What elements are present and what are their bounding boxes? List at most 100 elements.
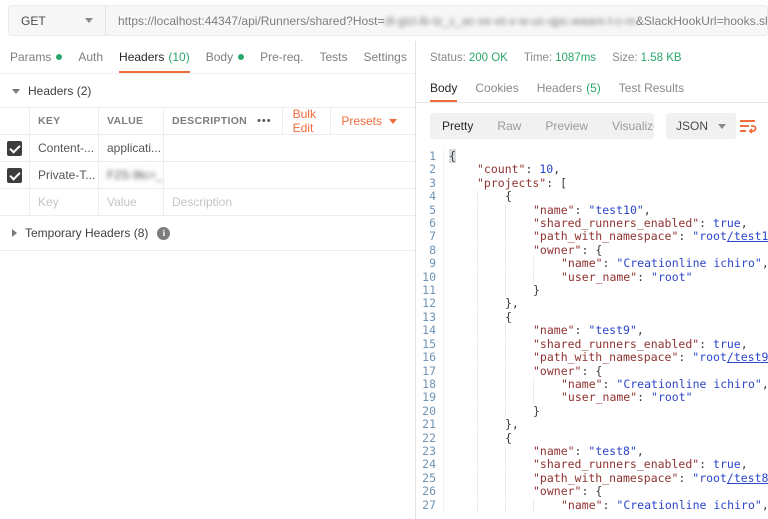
- code-token: "name": [561, 376, 603, 391]
- json-link[interactable]: /test10: [727, 229, 768, 243]
- view-preview[interactable]: Preview: [533, 113, 600, 139]
- line-number: 5: [429, 202, 436, 217]
- description-cell[interactable]: Description: [164, 189, 415, 215]
- response-body-viewer[interactable]: 1{2 "count": 10, 3 "projects": [4{5 "name": …: [416, 147, 768, 519]
- value-cell[interactable]: applicati...: [99, 135, 164, 161]
- bulk-edit-button[interactable]: Bulk Edit: [281, 108, 331, 134]
- header-cell-check: [0, 108, 30, 134]
- code-token: :: [678, 350, 693, 365]
- indent-guide: [449, 163, 477, 176]
- indent-guide: [449, 338, 477, 351]
- code-line: 26 "owner": {: [416, 484, 768, 499]
- code-token: "user_name": [561, 390, 638, 405]
- code-token: "name": [533, 443, 575, 458]
- checkbox-checked[interactable]: [7, 140, 22, 156]
- code-token: "name": [533, 323, 575, 338]
- code-token: :: [574, 443, 589, 458]
- request-url-bar: GET https://localhost:44347/api/Runners/…: [8, 5, 768, 36]
- view-visualize[interactable]: Visualize BETA: [600, 113, 654, 139]
- tab-label: Headers: [119, 50, 165, 64]
- tab-tests[interactable]: Tests: [319, 41, 347, 73]
- code-token: "root: [692, 229, 727, 244]
- json-link[interactable]: /test8: [727, 471, 768, 485]
- key-cell[interactable]: Key: [30, 189, 99, 215]
- code-token: ,: [762, 498, 768, 512]
- indent-guide: [449, 485, 477, 498]
- view-pretty[interactable]: Pretty: [430, 113, 485, 139]
- indent-guide: [449, 297, 477, 310]
- json-link[interactable]: /test9: [727, 350, 768, 364]
- tab-label: Body: [430, 80, 458, 95]
- tab-response-cookies[interactable]: Cookies: [475, 73, 518, 102]
- indent-guide: [477, 230, 505, 244]
- value-cell[interactable]: F2S-9tc=_: [99, 162, 164, 188]
- tab-label: Auth: [78, 50, 104, 64]
- line-number: 3: [429, 175, 436, 190]
- presets-dropdown[interactable]: Presets: [330, 108, 407, 134]
- line-number: 23: [422, 443, 436, 458]
- method-dropdown[interactable]: GET: [9, 6, 106, 35]
- code-token: "shared_runners_enabled": [533, 457, 700, 472]
- indent-guide: [449, 284, 477, 297]
- code-token: "path_with_namespace": [533, 470, 679, 485]
- tab-headers[interactable]: Headers (10): [119, 41, 190, 73]
- indent-guide: [505, 458, 533, 472]
- headers-table-header: KEY VALUE DESCRIPTION ••• Bulk Edit Pres…: [0, 108, 415, 135]
- tab-settings[interactable]: Settings: [363, 41, 406, 73]
- checkbox-checked[interactable]: [7, 167, 22, 183]
- indent-guide: [477, 257, 505, 271]
- description-cell[interactable]: [164, 162, 415, 188]
- line-number: 18: [422, 376, 436, 391]
- code-token: "test9": [588, 323, 637, 338]
- tab-auth[interactable]: Auth: [78, 41, 103, 73]
- code-token: :: [637, 390, 652, 405]
- indent-guide: [477, 377, 505, 391]
- key-cell[interactable]: Content-...: [30, 135, 99, 161]
- url-suffix: &SlackHookUrl=hooks.slack.com%2Fservices…: [635, 13, 767, 28]
- line-number: 22: [422, 430, 436, 445]
- wrap-lines-button[interactable]: [736, 116, 760, 136]
- caret-down-icon: [12, 88, 20, 94]
- code-line: 27 "name": "Creationline ichiro",: [416, 497, 768, 512]
- line-number: 1: [429, 149, 436, 163]
- headers-section-toggle[interactable]: Headers (2): [0, 74, 415, 107]
- request-tabs: Params Auth Headers (10) Body Pre-req. T…: [0, 41, 415, 74]
- indent-guide: [505, 337, 533, 351]
- value-cell[interactable]: Value: [99, 189, 164, 215]
- view-raw[interactable]: Raw: [485, 113, 533, 139]
- code-token: :: [678, 229, 693, 244]
- code-line-content: "path_with_namespace": "root/test10",: [443, 229, 768, 244]
- tab-pre-request[interactable]: Pre-req.: [260, 41, 303, 73]
- indent-guide: [449, 391, 477, 404]
- code-token: :: [699, 336, 714, 351]
- tab-response-body[interactable]: Body: [430, 73, 458, 102]
- indent-guide: [449, 432, 477, 445]
- temporary-headers-toggle[interactable]: Temporary Headers (8): [0, 216, 415, 251]
- tab-count: (5): [586, 80, 601, 95]
- url-input[interactable]: https://localhost:44347/api/Runners/shar…: [106, 6, 767, 35]
- tab-body[interactable]: Body: [206, 41, 245, 73]
- code-line-content: "shared_runners_enabled": true,: [443, 336, 748, 352]
- code-token: "Creationline ichiro": [616, 497, 762, 512]
- tab-label: Params: [10, 50, 52, 64]
- line-number: 21: [422, 417, 436, 432]
- header-cell-description: DESCRIPTION ••• Bulk Edit Presets: [164, 108, 415, 134]
- format-dropdown[interactable]: JSON: [665, 113, 736, 139]
- code-line-content: "name": "Creationline ichiro",: [443, 376, 768, 392]
- indent-guide: [533, 377, 561, 391]
- line-number: 14: [422, 323, 436, 338]
- url-redacted-segment: dl-gicl-lb-tz_c_ac-se-et-x-w-uc-qpc-waar…: [384, 13, 636, 28]
- description-cell[interactable]: [164, 135, 415, 161]
- code-token: ,: [740, 457, 748, 472]
- tab-response-headers[interactable]: Headers (5): [537, 73, 601, 102]
- indent-guide: [477, 485, 505, 499]
- code-line-content: "name": "Creationline ichiro",: [443, 257, 768, 271]
- code-token: true: [713, 336, 741, 351]
- info-icon[interactable]: [157, 226, 171, 240]
- indent-guide: [449, 271, 477, 284]
- more-options-button[interactable]: •••: [247, 108, 282, 134]
- key-cell[interactable]: Private-T...: [30, 162, 99, 188]
- tab-params[interactable]: Params: [10, 41, 63, 73]
- code-token: true: [713, 457, 741, 472]
- tab-test-results[interactable]: Test Results: [619, 73, 684, 102]
